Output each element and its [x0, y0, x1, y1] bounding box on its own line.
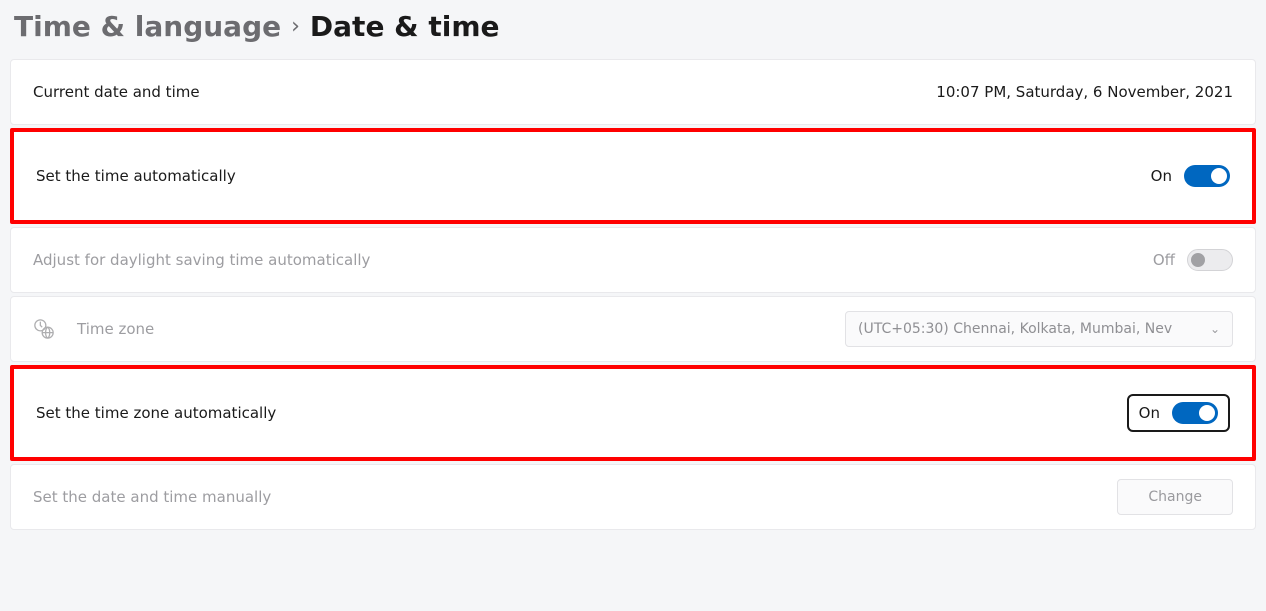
dst-row: Adjust for daylight saving time automati… [10, 227, 1256, 293]
auto-timezone-state: On [1139, 404, 1160, 422]
current-datetime-value: 10:07 PM, Saturday, 6 November, 2021 [936, 83, 1233, 101]
timezone-label: Time zone [77, 320, 154, 338]
auto-time-label: Set the time automatically [36, 167, 236, 185]
timezone-selected: (UTC+05:30) Chennai, Kolkata, Mumbai, Ne… [858, 321, 1172, 337]
current-datetime-row: Current date and time 10:07 PM, Saturday… [10, 59, 1256, 125]
breadcrumb-parent[interactable]: Time & language [14, 10, 281, 43]
auto-timezone-label: Set the time zone automatically [36, 404, 276, 422]
chevron-right-icon: › [291, 14, 300, 39]
settings-panel: Current date and time 10:07 PM, Saturday… [10, 59, 1256, 530]
change-button: Change [1117, 479, 1233, 515]
breadcrumb-current: Date & time [310, 10, 500, 43]
globe-clock-icon [33, 318, 55, 340]
current-datetime-label: Current date and time [33, 83, 200, 101]
auto-timezone-toggle[interactable]: On [1127, 394, 1230, 432]
highlight-auto-time: Set the time automatically On [10, 128, 1256, 224]
toggle-switch-icon [1184, 165, 1230, 187]
auto-timezone-row: Set the time zone automatically On [14, 369, 1252, 457]
auto-time-toggle[interactable]: On [1151, 165, 1230, 187]
breadcrumb: Time & language › Date & time [0, 0, 1266, 59]
dst-label: Adjust for daylight saving time automati… [33, 251, 370, 269]
manual-datetime-label: Set the date and time manually [33, 488, 271, 506]
toggle-switch-icon [1172, 402, 1218, 424]
manual-datetime-row: Set the date and time manually Change [10, 464, 1256, 530]
auto-time-row: Set the time automatically On [14, 132, 1252, 220]
dst-state: Off [1153, 251, 1175, 269]
highlight-auto-timezone: Set the time zone automatically On [10, 365, 1256, 461]
auto-time-state: On [1151, 167, 1172, 185]
timezone-row: Time zone (UTC+05:30) Chennai, Kolkata, … [10, 296, 1256, 362]
chevron-down-icon: ⌄ [1210, 322, 1220, 336]
toggle-switch-icon [1187, 249, 1233, 271]
dst-toggle: Off [1153, 249, 1233, 271]
timezone-select: (UTC+05:30) Chennai, Kolkata, Mumbai, Ne… [845, 311, 1233, 347]
